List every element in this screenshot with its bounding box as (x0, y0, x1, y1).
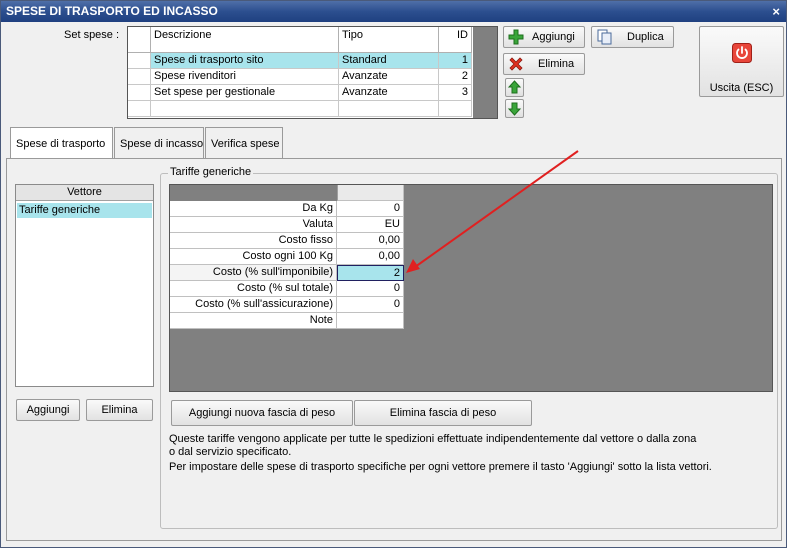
move-up-button[interactable] (505, 78, 524, 97)
table-row-descrizione[interactable]: Spese rivenditori (151, 69, 339, 85)
tab-label: Spese di incasso (120, 138, 204, 150)
row-indicator[interactable] (128, 53, 151, 69)
tariffe-row-label: Valuta (170, 217, 337, 233)
tariffe-header-blank (170, 185, 337, 201)
window-title: SPESE DI TRASPORTO ED INCASSO (6, 4, 218, 18)
info-text-line: Per impostare delle spese di trasporto s… (169, 461, 712, 473)
aggiungi-vettore-button[interactable]: Aggiungi (16, 399, 80, 421)
tab-label: Verifica spese (211, 138, 280, 150)
arrow-up-icon (507, 80, 522, 94)
close-icon[interactable]: × (772, 1, 780, 22)
tab-spese-di-trasporto[interactable]: Spese di trasporto (10, 127, 113, 160)
delete-x-icon (509, 57, 523, 71)
column-header-id[interactable]: ID (439, 27, 472, 53)
duplica-label: Duplica (627, 31, 664, 43)
info-text-line: o dal servizio specificato. (169, 446, 292, 458)
tariffe-row-label: Costo (% sull'imponibile) (170, 265, 337, 281)
tariffe-row-label: Costo (% sull'assicurazione) (170, 297, 337, 313)
info-text-line: Queste tariffe vengono applicate per tut… (169, 433, 697, 445)
table-row-descrizione[interactable]: Set spese per gestionale (151, 85, 339, 101)
tariffe-row-value[interactable]: 0 (337, 201, 404, 217)
row-indicator[interactable] (128, 85, 151, 101)
arrow-down-icon (507, 102, 522, 116)
tab-verifica-spese[interactable]: Verifica spese (205, 127, 283, 159)
uscita-label: Uscita (ESC) (709, 82, 774, 94)
tariffe-group-title: Tariffe generiche (168, 166, 254, 178)
table-row-tipo[interactable]: Avanzate (339, 85, 439, 101)
table-row-empty[interactable] (439, 101, 472, 117)
tariffe-row-label: Note (170, 313, 337, 329)
tariffe-row-label: Da Kg (170, 201, 337, 217)
duplica-button[interactable]: Duplica (591, 26, 674, 48)
grid-empty-area (473, 27, 497, 118)
duplicate-icon (597, 29, 612, 45)
column-header-descrizione[interactable]: Descrizione (151, 27, 339, 53)
table-row-id[interactable]: 3 (439, 85, 472, 101)
main-window: SPESE DI TRASPORTO ED INCASSO × Set spes… (0, 0, 787, 548)
aggiungi-set-label: Aggiungi (532, 31, 575, 43)
table-row-tipo[interactable]: Standard (339, 53, 439, 69)
tab-spese-di-incasso[interactable]: Spese di incasso (114, 127, 204, 159)
tab-label: Spese di trasporto (16, 138, 106, 150)
tariffe-row-value-editing[interactable]: 2 (337, 265, 404, 281)
tariffe-row-label: Costo fisso (170, 233, 337, 249)
tariffe-row-value[interactable]: 0,00 (337, 249, 404, 265)
title-bar[interactable]: SPESE DI TRASPORTO ED INCASSO × (1, 1, 786, 22)
elimina-set-button[interactable]: Elimina (503, 53, 585, 75)
list-item[interactable]: Tariffe generiche (17, 203, 152, 218)
elimina-set-label: Elimina (538, 58, 575, 70)
annotation-arrow-icon (406, 150, 579, 273)
set-spese-grid[interactable]: Descrizione Tipo ID Spese di trasporto s… (127, 26, 498, 119)
vettore-list-header: Vettore (16, 185, 153, 201)
tariffe-row-value[interactable] (337, 313, 404, 329)
table-row-id[interactable]: 1 (439, 53, 472, 69)
power-icon (732, 43, 752, 63)
column-header-tipo[interactable]: Tipo (339, 27, 439, 53)
tariffe-column-header[interactable] (337, 185, 404, 201)
tariffe-row-value[interactable]: 0 (337, 297, 404, 313)
row-indicator[interactable] (128, 69, 151, 85)
table-row-descrizione[interactable]: Spese di trasporto sito (151, 53, 339, 69)
tariffe-row-value[interactable]: EU (337, 217, 404, 233)
table-row-empty[interactable] (151, 101, 339, 117)
vettore-list[interactable]: Vettore Tariffe generiche (15, 184, 154, 387)
aggiungi-fascia-button[interactable]: Aggiungi nuova fascia di peso (171, 400, 353, 426)
tariffe-row-label: Costo (% sul totale) (170, 281, 337, 297)
tariffe-row-value[interactable]: 0,00 (337, 233, 404, 249)
grid-row-header-corner (128, 27, 151, 53)
elimina-vettore-button[interactable]: Elimina (86, 399, 153, 421)
tariffe-row-label: Costo ogni 100 Kg (170, 249, 337, 265)
aggiungi-set-button[interactable]: Aggiungi (503, 26, 585, 48)
uscita-button[interactable]: Uscita (ESC) (699, 26, 784, 97)
move-down-button[interactable] (505, 99, 524, 118)
row-indicator[interactable] (128, 101, 151, 117)
table-row-tipo[interactable]: Avanzate (339, 69, 439, 85)
tariffe-row-value[interactable]: 0 (337, 281, 404, 297)
add-icon (508, 29, 524, 45)
table-row-empty[interactable] (339, 101, 439, 117)
set-spese-label: Set spese : (64, 29, 120, 41)
table-row-id[interactable]: 2 (439, 69, 472, 85)
elimina-fascia-button[interactable]: Elimina fascia di peso (354, 400, 532, 426)
